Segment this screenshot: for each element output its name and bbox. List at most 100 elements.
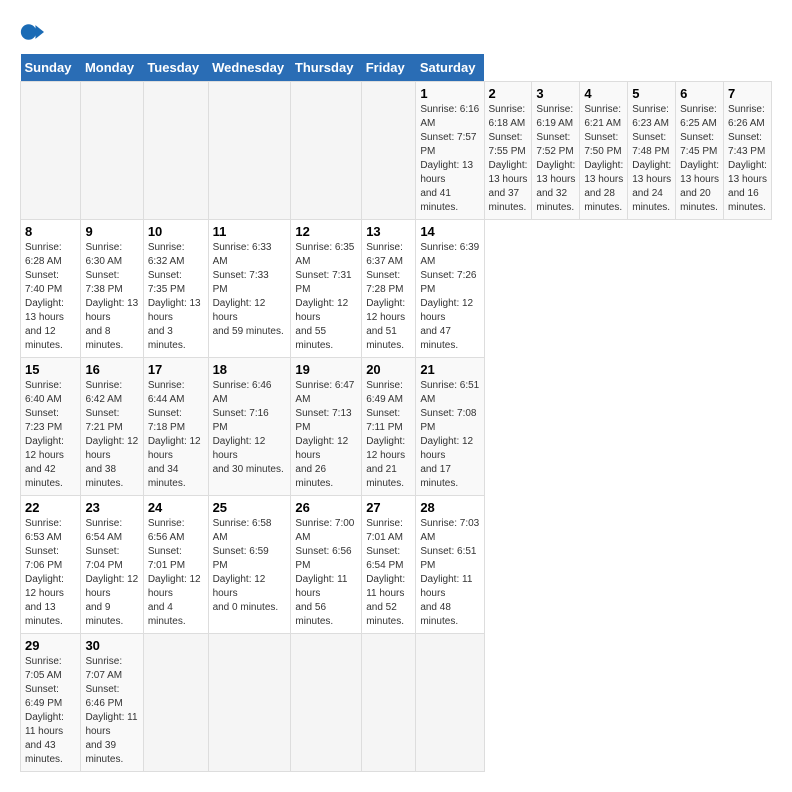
day-info: Sunrise: 6:16 AMSunset: 7:57 PMDaylight:… (420, 103, 479, 215)
dow-header-sunday: Sunday (21, 54, 81, 82)
day-info: Sunrise: 6:42 AMSunset: 7:21 PMDaylight:… (85, 379, 138, 491)
calendar-cell: 11 Sunrise: 6:33 AMSunset: 7:33 PMDayligh… (208, 220, 291, 358)
day-info: Sunrise: 6:39 AMSunset: 7:26 PMDaylight:… (420, 241, 479, 353)
day-info: Sunrise: 6:25 AMSunset: 7:45 PMDaylight:… (680, 103, 719, 215)
calendar-cell: 8 Sunrise: 6:28 AMSunset: 7:40 PMDaylight… (21, 220, 81, 358)
calendar-cell (208, 82, 291, 220)
calendar-cell: 3 Sunrise: 6:19 AMSunset: 7:52 PMDaylight… (532, 82, 580, 220)
day-info: Sunrise: 6:19 AMSunset: 7:52 PMDaylight:… (536, 103, 575, 215)
calendar-cell: 6 Sunrise: 6:25 AMSunset: 7:45 PMDaylight… (676, 82, 724, 220)
day-number: 25 (213, 500, 287, 515)
day-number: 6 (680, 86, 719, 101)
day-number: 14 (420, 224, 479, 239)
day-info: Sunrise: 7:07 AMSunset: 6:46 PMDaylight:… (85, 655, 138, 767)
calendar-cell (291, 634, 362, 772)
calendar-cell: 27 Sunrise: 7:01 AMSunset: 6:54 PMDayligh… (362, 496, 416, 634)
week-row-1: 1 Sunrise: 6:16 AMSunset: 7:57 PMDaylight… (21, 82, 772, 220)
day-number: 5 (632, 86, 671, 101)
day-number: 20 (366, 362, 411, 377)
calendar-cell (416, 634, 484, 772)
calendar-cell: 29 Sunrise: 7:05 AMSunset: 6:49 PMDayligh… (21, 634, 81, 772)
day-info: Sunrise: 6:54 AMSunset: 7:04 PMDaylight:… (85, 517, 138, 629)
day-number: 3 (536, 86, 575, 101)
day-info: Sunrise: 6:44 AMSunset: 7:18 PMDaylight:… (148, 379, 204, 491)
day-number: 12 (295, 224, 357, 239)
calendar-cell: 4 Sunrise: 6:21 AMSunset: 7:50 PMDaylight… (580, 82, 628, 220)
calendar-cell: 21 Sunrise: 6:51 AMSunset: 7:08 PMDayligh… (416, 358, 484, 496)
dow-header-thursday: Thursday (291, 54, 362, 82)
day-info: Sunrise: 6:18 AMSunset: 7:55 PMDaylight:… (489, 103, 528, 215)
day-info: Sunrise: 6:51 AMSunset: 7:08 PMDaylight:… (420, 379, 479, 491)
day-number: 19 (295, 362, 357, 377)
day-number: 30 (85, 638, 138, 653)
day-number: 11 (213, 224, 287, 239)
calendar-cell: 16 Sunrise: 6:42 AMSunset: 7:21 PMDayligh… (81, 358, 143, 496)
day-info: Sunrise: 6:26 AMSunset: 7:43 PMDaylight:… (728, 103, 767, 215)
day-info: Sunrise: 6:53 AMSunset: 7:06 PMDaylight:… (25, 517, 76, 629)
calendar-cell (21, 82, 81, 220)
day-info: Sunrise: 6:21 AMSunset: 7:50 PMDaylight:… (584, 103, 623, 215)
calendar-cell: 17Sunrise: 6:44 AMSunset: 7:18 PMDayligh… (143, 358, 208, 496)
day-number: 8 (25, 224, 76, 239)
calendar-cell: 28Sunrise: 7:03 AMSunset: 6:51 PMDayligh… (416, 496, 484, 634)
day-info: Sunrise: 7:01 AMSunset: 6:54 PMDaylight:… (366, 517, 411, 629)
page-header (20, 20, 772, 44)
day-number: 16 (85, 362, 138, 377)
day-info: Sunrise: 6:35 AMSunset: 7:31 PMDaylight:… (295, 241, 357, 353)
day-number: 21 (420, 362, 479, 377)
day-number: 9 (85, 224, 138, 239)
day-info: Sunrise: 6:49 AMSunset: 7:11 PMDaylight:… (366, 379, 411, 491)
calendar-cell: 26 Sunrise: 7:00 AMSunset: 6:56 PMDayligh… (291, 496, 362, 634)
day-number: 7 (728, 86, 767, 101)
day-number: 1 (420, 86, 479, 101)
calendar-cell (81, 82, 143, 220)
calendar-cell (143, 82, 208, 220)
day-info: Sunrise: 6:37 AMSunset: 7:28 PMDaylight:… (366, 241, 411, 353)
day-info: Sunrise: 6:33 AMSunset: 7:33 PMDaylight:… (213, 241, 287, 339)
day-number: 2 (489, 86, 528, 101)
calendar-cell: 25 Sunrise: 6:58 AMSunset: 6:59 PMDayligh… (208, 496, 291, 634)
calendar-cell: 30 Sunrise: 7:07 AMSunset: 6:46 PMDayligh… (81, 634, 143, 772)
day-info: Sunrise: 6:56 AMSunset: 7:01 PMDaylight:… (148, 517, 204, 629)
calendar-cell: 13Sunrise: 6:37 AMSunset: 7:28 PMDayligh… (362, 220, 416, 358)
day-info: Sunrise: 6:47 AMSunset: 7:13 PMDaylight:… (295, 379, 357, 491)
dow-header-wednesday: Wednesday (208, 54, 291, 82)
day-info: Sunrise: 6:30 AMSunset: 7:38 PMDaylight:… (85, 241, 138, 353)
day-number: 27 (366, 500, 411, 515)
week-row-5: 29 Sunrise: 7:05 AMSunset: 6:49 PMDayligh… (21, 634, 772, 772)
day-number: 29 (25, 638, 76, 653)
dow-header-saturday: Saturday (416, 54, 484, 82)
calendar-cell (362, 82, 416, 220)
dow-header-tuesday: Tuesday (143, 54, 208, 82)
calendar-cell (362, 634, 416, 772)
dow-header-friday: Friday (362, 54, 416, 82)
calendar-cell: 5 Sunrise: 6:23 AMSunset: 7:48 PMDaylight… (628, 82, 676, 220)
day-info: Sunrise: 6:32 AMSunset: 7:35 PMDaylight:… (148, 241, 204, 353)
calendar-cell (143, 634, 208, 772)
calendar-cell: 20 Sunrise: 6:49 AMSunset: 7:11 PMDayligh… (362, 358, 416, 496)
day-info: Sunrise: 7:00 AMSunset: 6:56 PMDaylight:… (295, 517, 357, 629)
day-info: Sunrise: 6:40 AMSunset: 7:23 PMDaylight:… (25, 379, 76, 491)
calendar-table: SundayMondayTuesdayWednesdayThursdayFrid… (20, 54, 772, 772)
day-number: 26 (295, 500, 357, 515)
day-info: Sunrise: 6:58 AMSunset: 6:59 PMDaylight:… (213, 517, 287, 615)
day-info: Sunrise: 7:05 AMSunset: 6:49 PMDaylight:… (25, 655, 76, 767)
week-row-2: 8 Sunrise: 6:28 AMSunset: 7:40 PMDaylight… (21, 220, 772, 358)
day-number: 23 (85, 500, 138, 515)
calendar-cell (208, 634, 291, 772)
calendar-cell: 7 Sunrise: 6:26 AMSunset: 7:43 PMDaylight… (724, 82, 772, 220)
week-row-4: 22Sunrise: 6:53 AMSunset: 7:06 PMDayligh… (21, 496, 772, 634)
day-info: Sunrise: 6:23 AMSunset: 7:48 PMDaylight:… (632, 103, 671, 215)
calendar-cell: 10 Sunrise: 6:32 AMSunset: 7:35 PMDayligh… (143, 220, 208, 358)
calendar-cell: 14 Sunrise: 6:39 AMSunset: 7:26 PMDayligh… (416, 220, 484, 358)
day-info: Sunrise: 6:28 AMSunset: 7:40 PMDaylight:… (25, 241, 76, 353)
calendar-cell: 9 Sunrise: 6:30 AMSunset: 7:38 PMDaylight… (81, 220, 143, 358)
calendar-cell: 12 Sunrise: 6:35 AMSunset: 7:31 PMDayligh… (291, 220, 362, 358)
calendar-cell: 15Sunrise: 6:40 AMSunset: 7:23 PMDayligh… (21, 358, 81, 496)
day-number: 4 (584, 86, 623, 101)
calendar-cell: 18Sunrise: 6:46 AMSunset: 7:16 PMDayligh… (208, 358, 291, 496)
day-number: 24 (148, 500, 204, 515)
day-number: 10 (148, 224, 204, 239)
calendar-cell: 1 Sunrise: 6:16 AMSunset: 7:57 PMDaylight… (416, 82, 484, 220)
calendar-cell: 24 Sunrise: 6:56 AMSunset: 7:01 PMDayligh… (143, 496, 208, 634)
